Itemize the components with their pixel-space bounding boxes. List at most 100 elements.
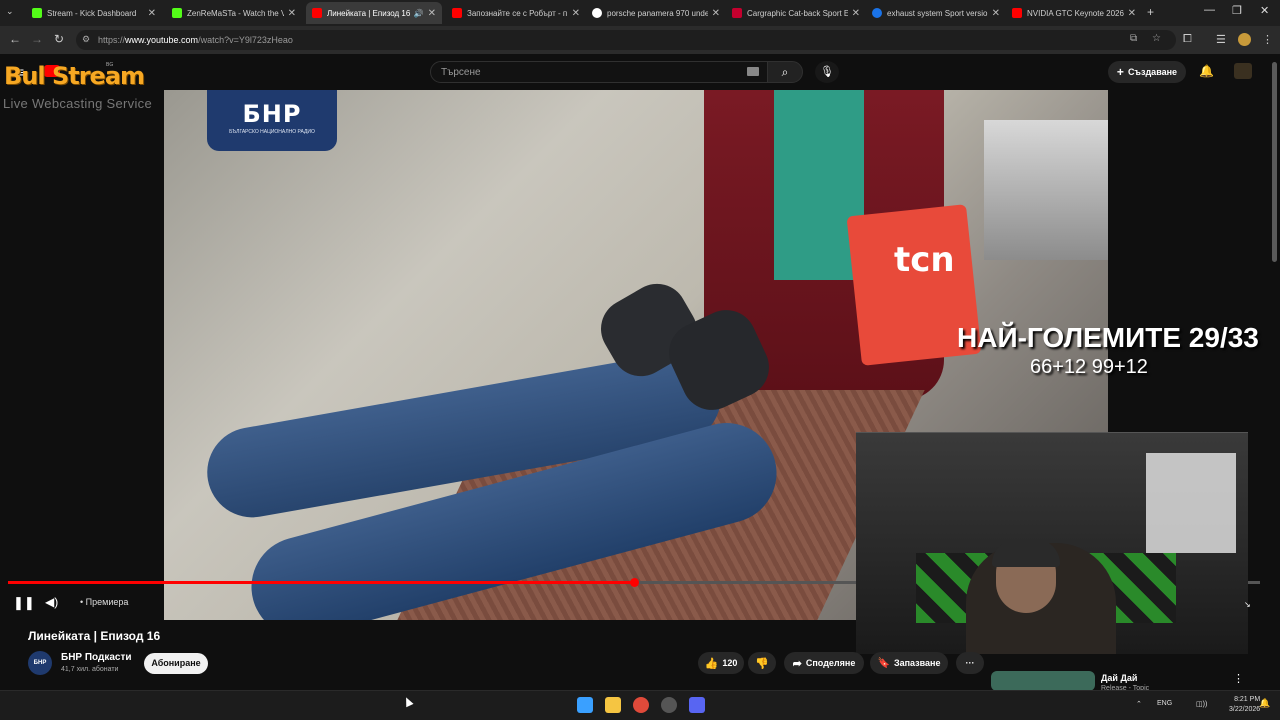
progress-bar-fill	[8, 581, 634, 584]
minimize-button[interactable]: —	[1204, 4, 1215, 16]
notification-icon[interactable]: 🔔	[1259, 698, 1270, 709]
reload-icon[interactable]: ↻	[54, 32, 64, 46]
tab-title: ZenReMaSTa - Watch the VO	[187, 8, 284, 18]
search-input[interactable]: Търсене	[430, 61, 768, 83]
save-button[interactable]: 🔖 Запазване	[870, 652, 948, 674]
voice-search-button[interactable]: 🎙	[815, 61, 839, 83]
close-icon[interactable]: ✕	[852, 8, 860, 19]
overlay-subtitle: 66+12 99+12	[1030, 356, 1148, 378]
more-icon: ···	[965, 658, 975, 668]
notifications-bell-icon[interactable]: 🔔	[1199, 64, 1214, 78]
windows-start-icon[interactable]	[577, 697, 593, 713]
youtube-icon	[312, 8, 322, 18]
tray-chevron-icon[interactable]: ⌃	[1136, 700, 1142, 708]
browser-tab[interactable]: exhaust system Sport version ✕	[866, 2, 1006, 24]
tab-groups-icon[interactable]: ☰	[1216, 33, 1226, 46]
more-actions-button[interactable]: ···	[956, 652, 984, 674]
site-info-icon[interactable]: ⚙	[82, 34, 90, 45]
language-indicator[interactable]: ENG	[1157, 700, 1172, 707]
tab-title: Запознайте се с Робърт - п	[467, 8, 568, 18]
recommended-thumbnail[interactable]	[991, 671, 1095, 691]
bag-logo: tcn	[894, 240, 955, 280]
save-label: Запазване	[893, 658, 941, 668]
close-icon[interactable]: ✕	[712, 8, 720, 19]
page-scrollbar[interactable]	[1272, 62, 1277, 262]
youtube-icon	[1012, 8, 1022, 18]
system-clock[interactable]: 8:21 PM 3/22/2026	[1229, 695, 1260, 715]
more-options-icon[interactable]: ⋮	[1233, 672, 1244, 685]
expand-icon[interactable]: ↘	[1244, 600, 1251, 609]
thumbs-down-icon: 👎	[755, 657, 769, 670]
forward-icon[interactable]: →	[31, 32, 43, 46]
microphone-icon: 🎙	[820, 66, 834, 78]
pause-icon[interactable]: ❚❚	[13, 595, 35, 611]
new-tab-button[interactable]: +	[1147, 5, 1154, 19]
close-icon[interactable]: ✕	[288, 8, 296, 19]
account-avatar[interactable]	[1234, 63, 1252, 79]
browser-tab[interactable]: NVIDIA GTC Keynote 2026 - ✕	[1006, 2, 1142, 24]
browser-tab[interactable]: ZenReMaSTa - Watch the VO ✕	[166, 2, 302, 24]
browser-tab[interactable]: Stream - Kick Dashboard ✕	[26, 2, 162, 24]
video-window	[984, 120, 1108, 260]
share-icon: ➦	[792, 657, 802, 670]
channel-avatar[interactable]: БНР	[28, 651, 52, 675]
maximize-button[interactable]: ❐	[1232, 4, 1242, 17]
dislike-button[interactable]: 👎	[748, 652, 776, 674]
window-close-button[interactable]: ✕	[1260, 4, 1269, 17]
network-volume-icon[interactable]: ◫))	[1196, 700, 1207, 708]
tab-title: porsche panamera 970 unde	[607, 8, 708, 18]
video-title: Линейката | Епизод 16	[28, 629, 161, 643]
progress-scrubber[interactable]	[630, 578, 639, 587]
bnr-logo-subtitle: БЪЛГАРСКО НАЦИОНАЛНО РАДИО	[229, 129, 315, 135]
address-bar[interactable]: ⚙ https://www.youtube.com/watch?v=Y9l723…	[76, 30, 1176, 50]
tab-title: exhaust system Sport version	[887, 8, 988, 18]
share-button[interactable]: ➦ Споделяне	[784, 652, 864, 674]
install-icon[interactable]: ⧉	[1130, 33, 1137, 44]
webcam-overlay	[856, 432, 1248, 654]
file-explorer-icon[interactable]	[605, 697, 621, 713]
volume-icon[interactable]: ◀)	[45, 595, 58, 609]
tab-title: Линейката | Епизод 16	[327, 8, 411, 18]
discord-icon[interactable]	[689, 697, 705, 713]
close-icon[interactable]: ✕	[428, 8, 436, 19]
close-icon[interactable]: ✕	[572, 8, 580, 19]
create-button[interactable]: + Създаване	[1108, 61, 1186, 83]
search-button[interactable]: ⌕	[767, 61, 803, 83]
site-icon	[872, 8, 882, 18]
premiere-label: • Премиера	[80, 597, 129, 607]
close-icon[interactable]: ✕	[992, 8, 1000, 19]
browser-tab-active[interactable]: Линейката | Епизод 16 🔊 ✕	[306, 2, 442, 24]
browser-tab[interactable]: Запознайте се с Робърт - п ✕	[446, 2, 586, 24]
search-icon: ⌕	[781, 65, 789, 79]
tab-search-icon[interactable]: ⌄	[6, 6, 14, 17]
url-path: /watch?v=Y9l723zHeao	[198, 35, 293, 45]
youtube-icon	[452, 8, 462, 18]
url-host: www.youtube.com	[125, 35, 199, 45]
subscriber-count: 41,7 хил. абонати	[61, 666, 119, 673]
tab-title: Stream - Kick Dashboard	[47, 8, 137, 18]
google-icon	[592, 8, 602, 18]
back-icon[interactable]: ←	[9, 32, 21, 46]
close-icon[interactable]: ✕	[148, 8, 156, 19]
share-label: Споделяне	[805, 658, 856, 668]
close-icon[interactable]: ✕	[1128, 8, 1136, 19]
chrome-icon[interactable]	[633, 697, 649, 713]
like-button[interactable]: 👍 120	[698, 652, 744, 674]
obs-icon[interactable]	[661, 697, 677, 713]
clock-date: 3/22/2026	[1229, 706, 1261, 713]
recommended-title[interactable]: Дай Дай	[1101, 673, 1137, 683]
extensions-icon[interactable]: ⧠	[1183, 33, 1192, 46]
keyboard-icon[interactable]	[747, 67, 759, 76]
browser-tab[interactable]: porsche panamera 970 unde ✕	[586, 2, 726, 24]
profile-avatar[interactable]	[1238, 33, 1251, 46]
kick-icon	[32, 8, 42, 18]
bulstream-logo: Bul Stream	[4, 62, 145, 90]
bnr-logo-text: БНР	[242, 100, 302, 128]
speaker-icon[interactable]: 🔊	[414, 9, 424, 18]
menu-icon[interactable]: ⋮	[1262, 33, 1273, 46]
channel-name[interactable]: БНР Подкасти	[61, 652, 132, 663]
overlay-title: НАЙ-ГОЛЕМИТЕ 29/33	[957, 322, 1259, 353]
subscribe-button[interactable]: Абониране	[144, 653, 208, 674]
bookmark-star-icon[interactable]: ☆	[1152, 33, 1161, 44]
browser-tab[interactable]: Cargraphic Cat-back Sport E ✕	[726, 2, 866, 24]
